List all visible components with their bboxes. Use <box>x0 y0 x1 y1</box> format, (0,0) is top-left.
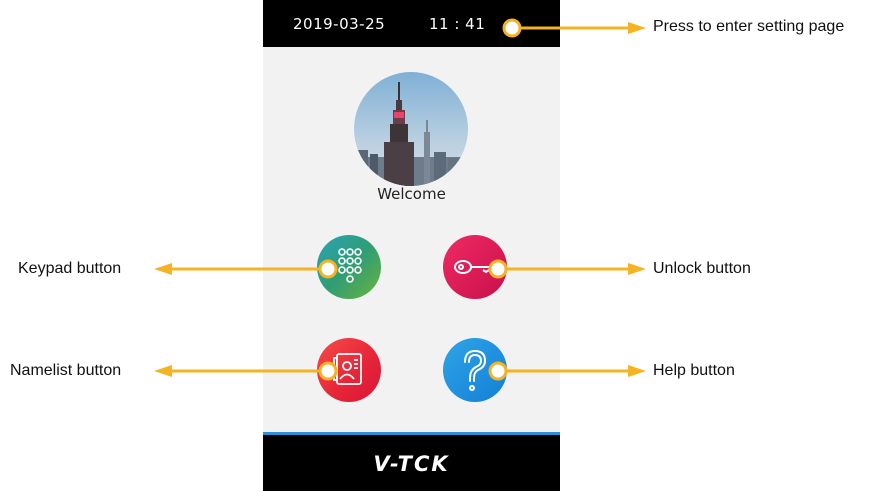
help-arrowhead <box>628 365 646 377</box>
namelist-dot <box>318 361 338 381</box>
keypad-arrowhead <box>154 263 172 275</box>
keypad-dot <box>318 259 338 279</box>
unlock-annotation: Unlock button <box>653 260 751 277</box>
namelist-arrowhead <box>154 365 172 377</box>
settings-arrowhead <box>628 22 646 34</box>
unlock-arrowhead <box>628 263 646 275</box>
help-dot <box>488 361 508 381</box>
namelist-annotation: Namelist button <box>10 362 122 379</box>
unlock-dot <box>488 259 508 279</box>
help-annotation: Help button <box>653 362 735 379</box>
keypad-annotation: Keypad button <box>18 260 122 277</box>
settings-dot <box>502 18 522 38</box>
settings-annotation: Press to enter setting page <box>653 18 845 35</box>
callout-arrows <box>154 18 646 381</box>
